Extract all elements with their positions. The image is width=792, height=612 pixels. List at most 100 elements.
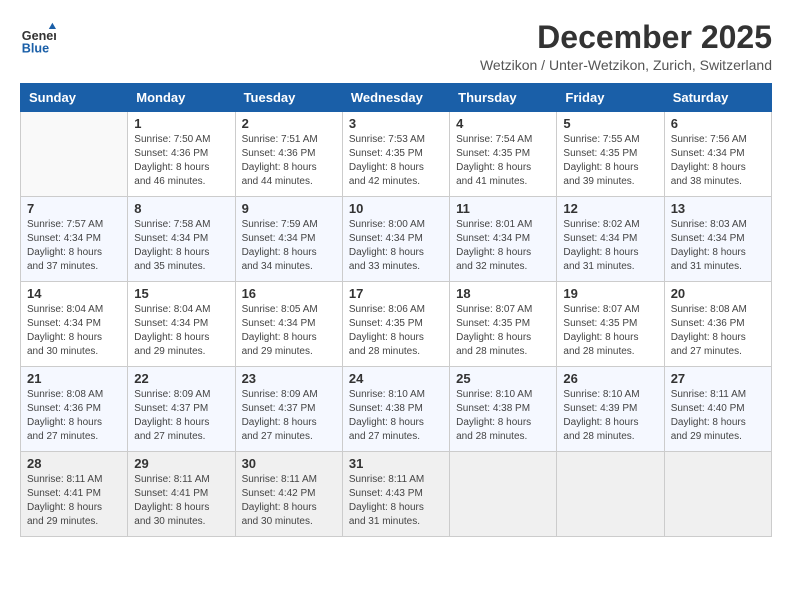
logo-icon: General Blue (20, 20, 56, 56)
day-number: 25 (456, 371, 550, 386)
calendar-cell: 22 Sunrise: 8:09 AM Sunset: 4:37 PM Dayli… (128, 367, 235, 452)
cell-content: Sunrise: 7:55 AM Sunset: 4:35 PM Dayligh… (563, 133, 657, 189)
page-header: General Blue December 2025 Wetzikon / Un… (20, 20, 772, 73)
calendar-cell: 3 Sunrise: 7:53 AM Sunset: 4:35 PM Daylig… (342, 112, 449, 197)
day-number: 26 (563, 371, 657, 386)
cell-content: Sunrise: 8:03 AM Sunset: 4:34 PM Dayligh… (671, 218, 765, 274)
calendar-cell: 13 Sunrise: 8:03 AM Sunset: 4:34 PM Dayli… (664, 197, 771, 282)
day-number: 11 (456, 201, 550, 216)
calendar-cell: 14Sunrise: 8:04 AM Sunset: 4:34 PM Dayli… (21, 282, 128, 367)
day-number: 21 (27, 371, 121, 386)
calendar-cell (450, 452, 557, 537)
calendar-cell: 1 Sunrise: 7:50 AM Sunset: 4:36 PM Daylig… (128, 112, 235, 197)
day-number: 8 (134, 201, 228, 216)
weekday-header-friday: Friday (557, 84, 664, 112)
day-number: 9 (242, 201, 336, 216)
cell-content: Sunrise: 7:57 AM Sunset: 4:34 PM Dayligh… (27, 218, 121, 274)
weekday-header-saturday: Saturday (664, 84, 771, 112)
weekday-header-thursday: Thursday (450, 84, 557, 112)
cell-content: Sunrise: 7:51 AM Sunset: 4:36 PM Dayligh… (242, 133, 336, 189)
cell-content: Sunrise: 8:06 AM Sunset: 4:35 PM Dayligh… (349, 303, 443, 359)
calendar-cell: 20Sunrise: 8:08 AM Sunset: 4:36 PM Dayli… (664, 282, 771, 367)
cell-content: Sunrise: 7:54 AM Sunset: 4:35 PM Dayligh… (456, 133, 550, 189)
calendar-cell: 19 Sunrise: 8:07 AM Sunset: 4:35 PM Dayli… (557, 282, 664, 367)
calendar-cell: 25 Sunrise: 8:10 AM Sunset: 4:38 PM Dayli… (450, 367, 557, 452)
calendar-cell: 11 Sunrise: 8:01 AM Sunset: 4:34 PM Dayli… (450, 197, 557, 282)
calendar-cell: 10 Sunrise: 8:00 AM Sunset: 4:34 PM Dayli… (342, 197, 449, 282)
cell-content: Sunrise: 8:00 AM Sunset: 4:34 PM Dayligh… (349, 218, 443, 274)
day-number: 31 (349, 456, 443, 471)
day-number: 27 (671, 371, 765, 386)
calendar-cell: 4 Sunrise: 7:54 AM Sunset: 4:35 PM Daylig… (450, 112, 557, 197)
calendar-cell: 15Sunrise: 8:04 AM Sunset: 4:34 PM Dayli… (128, 282, 235, 367)
calendar-week-row: 21 Sunrise: 8:08 AM Sunset: 4:36 PM Dayli… (21, 367, 772, 452)
logo: General Blue (20, 20, 60, 56)
day-number: 18 (456, 286, 550, 301)
calendar-week-row: 7Sunrise: 7:57 AM Sunset: 4:34 PM Daylig… (21, 197, 772, 282)
weekday-header-wednesday: Wednesday (342, 84, 449, 112)
calendar-cell: 16Sunrise: 8:05 AM Sunset: 4:34 PM Dayli… (235, 282, 342, 367)
weekday-header-row: SundayMondayTuesdayWednesdayThursdayFrid… (21, 84, 772, 112)
calendar-cell (664, 452, 771, 537)
cell-content: Sunrise: 7:50 AM Sunset: 4:36 PM Dayligh… (134, 133, 228, 189)
day-number: 5 (563, 116, 657, 131)
day-number: 23 (242, 371, 336, 386)
day-number: 4 (456, 116, 550, 131)
cell-content: Sunrise: 8:07 AM Sunset: 4:35 PM Dayligh… (456, 303, 550, 359)
day-number: 24 (349, 371, 443, 386)
calendar-cell: 17 Sunrise: 8:06 AM Sunset: 4:35 PM Dayli… (342, 282, 449, 367)
day-number: 20 (671, 286, 765, 301)
day-number: 30 (242, 456, 336, 471)
cell-content: Sunrise: 8:07 AM Sunset: 4:35 PM Dayligh… (563, 303, 657, 359)
cell-content: Sunrise: 7:53 AM Sunset: 4:35 PM Dayligh… (349, 133, 443, 189)
day-number: 10 (349, 201, 443, 216)
day-number: 1 (134, 116, 228, 131)
cell-content: Sunrise: 8:02 AM Sunset: 4:34 PM Dayligh… (563, 218, 657, 274)
cell-content: Sunrise: 8:09 AM Sunset: 4:37 PM Dayligh… (242, 388, 336, 444)
calendar-cell: 27 Sunrise: 8:11 AM Sunset: 4:40 PM Dayli… (664, 367, 771, 452)
weekday-header-tuesday: Tuesday (235, 84, 342, 112)
calendar-table: SundayMondayTuesdayWednesdayThursdayFrid… (20, 83, 772, 537)
cell-content: Sunrise: 8:09 AM Sunset: 4:37 PM Dayligh… (134, 388, 228, 444)
calendar-cell: 5 Sunrise: 7:55 AM Sunset: 4:35 PM Daylig… (557, 112, 664, 197)
calendar-cell: 6 Sunrise: 7:56 AM Sunset: 4:34 PM Daylig… (664, 112, 771, 197)
calendar-cell: 28Sunrise: 8:11 AM Sunset: 4:41 PM Dayli… (21, 452, 128, 537)
cell-content: Sunrise: 8:04 AM Sunset: 4:34 PM Dayligh… (134, 303, 228, 359)
calendar-week-row: 14Sunrise: 8:04 AM Sunset: 4:34 PM Dayli… (21, 282, 772, 367)
day-number: 22 (134, 371, 228, 386)
calendar-cell (21, 112, 128, 197)
calendar-cell: 29 Sunrise: 8:11 AM Sunset: 4:41 PM Dayli… (128, 452, 235, 537)
cell-content: Sunrise: 8:08 AM Sunset: 4:36 PM Dayligh… (27, 388, 121, 444)
cell-content: Sunrise: 8:05 AM Sunset: 4:34 PM Dayligh… (242, 303, 336, 359)
day-number: 6 (671, 116, 765, 131)
cell-content: Sunrise: 8:11 AM Sunset: 4:43 PM Dayligh… (349, 473, 443, 529)
cell-content: Sunrise: 8:11 AM Sunset: 4:42 PM Dayligh… (242, 473, 336, 529)
day-number: 17 (349, 286, 443, 301)
cell-content: Sunrise: 8:04 AM Sunset: 4:34 PM Dayligh… (27, 303, 121, 359)
calendar-cell: 2Sunrise: 7:51 AM Sunset: 4:36 PM Daylig… (235, 112, 342, 197)
cell-content: Sunrise: 8:10 AM Sunset: 4:38 PM Dayligh… (456, 388, 550, 444)
day-number: 13 (671, 201, 765, 216)
calendar-cell: 26 Sunrise: 8:10 AM Sunset: 4:39 PM Dayli… (557, 367, 664, 452)
cell-content: Sunrise: 7:59 AM Sunset: 4:34 PM Dayligh… (242, 218, 336, 274)
cell-content: Sunrise: 7:56 AM Sunset: 4:34 PM Dayligh… (671, 133, 765, 189)
day-number: 28 (27, 456, 121, 471)
calendar-week-row: 1 Sunrise: 7:50 AM Sunset: 4:36 PM Daylig… (21, 112, 772, 197)
cell-content: Sunrise: 8:11 AM Sunset: 4:40 PM Dayligh… (671, 388, 765, 444)
cell-content: Sunrise: 8:11 AM Sunset: 4:41 PM Dayligh… (134, 473, 228, 529)
calendar-cell: 7Sunrise: 7:57 AM Sunset: 4:34 PM Daylig… (21, 197, 128, 282)
cell-content: Sunrise: 7:58 AM Sunset: 4:34 PM Dayligh… (134, 218, 228, 274)
calendar-cell: 30 Sunrise: 8:11 AM Sunset: 4:42 PM Dayli… (235, 452, 342, 537)
title-block: December 2025 Wetzikon / Unter-Wetzikon,… (480, 20, 772, 73)
cell-content: Sunrise: 8:10 AM Sunset: 4:38 PM Dayligh… (349, 388, 443, 444)
cell-content: Sunrise: 8:10 AM Sunset: 4:39 PM Dayligh… (563, 388, 657, 444)
calendar-cell: 31 Sunrise: 8:11 AM Sunset: 4:43 PM Dayli… (342, 452, 449, 537)
svg-text:Blue: Blue (22, 41, 49, 55)
day-number: 3 (349, 116, 443, 131)
day-number: 29 (134, 456, 228, 471)
calendar-cell: 24 Sunrise: 8:10 AM Sunset: 4:38 PM Dayli… (342, 367, 449, 452)
day-number: 19 (563, 286, 657, 301)
calendar-cell: 9 Sunrise: 7:59 AM Sunset: 4:34 PM Daylig… (235, 197, 342, 282)
cell-content: Sunrise: 8:01 AM Sunset: 4:34 PM Dayligh… (456, 218, 550, 274)
weekday-header-monday: Monday (128, 84, 235, 112)
